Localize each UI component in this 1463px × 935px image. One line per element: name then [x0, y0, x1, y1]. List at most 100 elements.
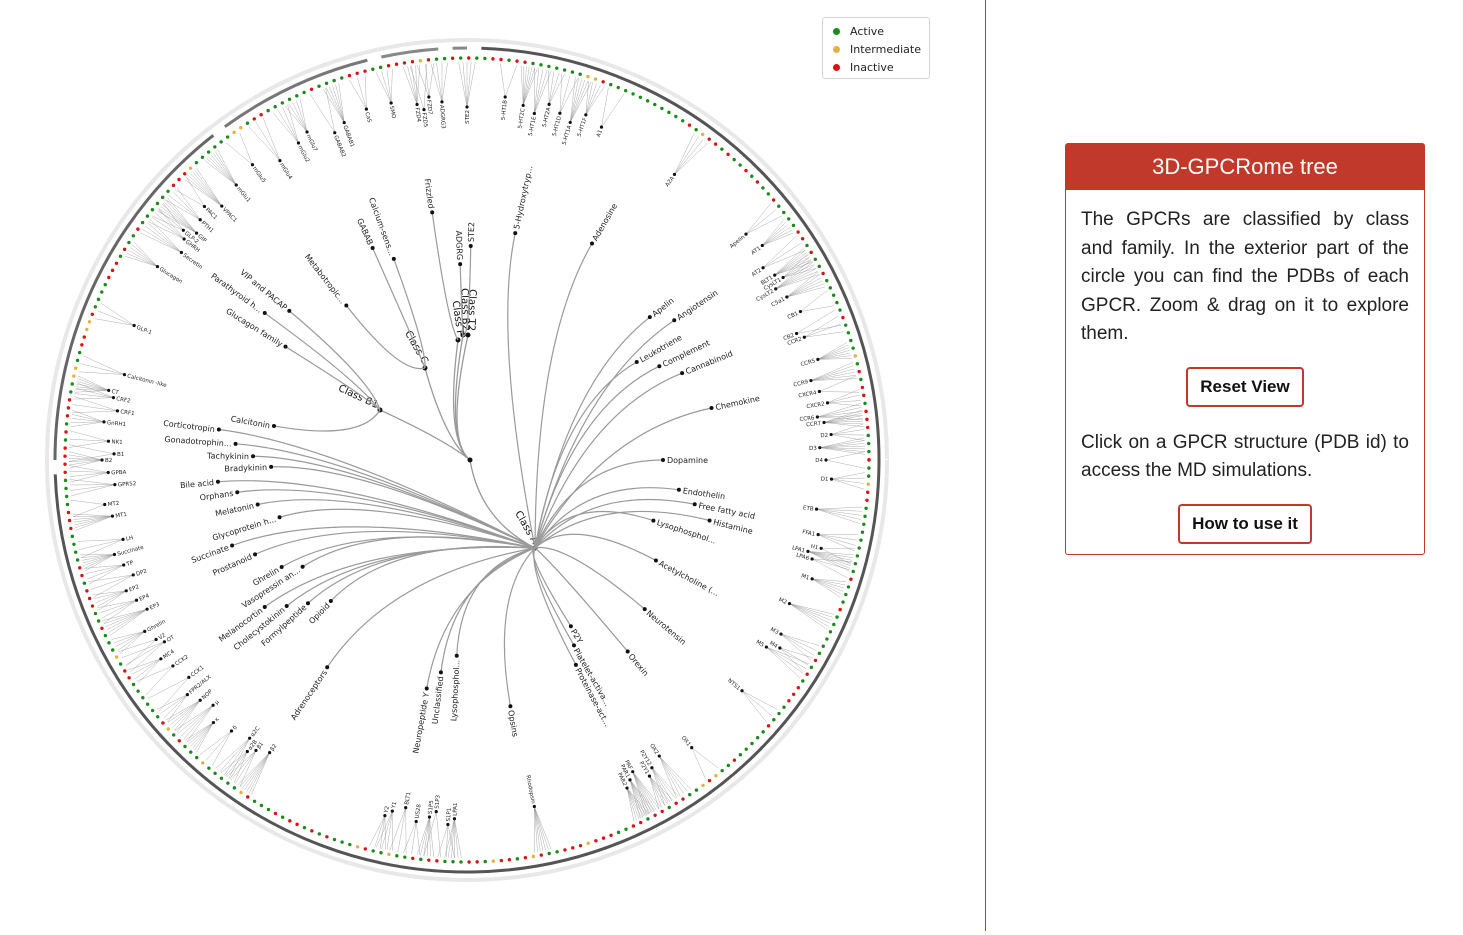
- pdb-state-dot[interactable]: [332, 79, 335, 82]
- receptor-label[interactable]: GPBA: [111, 470, 127, 477]
- pdb-state-dot[interactable]: [419, 858, 422, 861]
- pdb-state-dot[interactable]: [288, 819, 291, 822]
- receptor-node[interactable]: [824, 458, 827, 461]
- pdb-state-dot[interactable]: [499, 58, 502, 61]
- pdb-state-dot[interactable]: [167, 727, 170, 730]
- receptor-label[interactable]: 5-HT2C: [518, 108, 527, 129]
- receptor-node[interactable]: [811, 577, 814, 580]
- receptor-label[interactable]: Succinate: [117, 545, 145, 558]
- pdb-state-dot[interactable]: [867, 434, 870, 437]
- receptor-label[interactable]: A2A: [665, 175, 676, 188]
- pdb-state-dot[interactable]: [111, 269, 114, 272]
- receptor-node[interactable]: [504, 95, 507, 98]
- pdb-state-dot[interactable]: [67, 406, 70, 409]
- receptor-node[interactable]: [795, 332, 798, 335]
- pdb-state-dot[interactable]: [835, 615, 838, 618]
- receptor-label[interactable]: Calcitonin -like: [126, 373, 167, 389]
- pdb-state-dot[interactable]: [387, 853, 390, 856]
- pdb-state-dot[interactable]: [548, 852, 551, 855]
- pdb-state-dot[interactable]: [864, 410, 867, 413]
- pdb-state-dot[interactable]: [85, 328, 88, 331]
- receptor-node[interactable]: [781, 276, 784, 279]
- pdb-state-dot[interactable]: [303, 826, 306, 829]
- pdb-state-dot[interactable]: [156, 715, 159, 718]
- receptor-node[interactable]: [628, 778, 631, 781]
- pdb-state-dot[interactable]: [141, 696, 144, 699]
- pdb-state-dot[interactable]: [822, 645, 825, 648]
- pdb-state-dot[interactable]: [814, 659, 817, 662]
- pdb-state-dot[interactable]: [467, 56, 470, 59]
- pdb-state-dot[interactable]: [76, 359, 79, 362]
- receptor-node[interactable]: [154, 638, 157, 641]
- pdb-state-dot[interactable]: [624, 89, 627, 92]
- pdb-state-dot[interactable]: [864, 507, 867, 510]
- receptor-node[interactable]: [212, 721, 215, 724]
- pdb-state-dot[interactable]: [571, 846, 574, 849]
- receptor-node[interactable]: [199, 699, 202, 702]
- pdb-state-dot[interactable]: [491, 57, 494, 60]
- pdb-state-dot[interactable]: [859, 538, 862, 541]
- receptor-label[interactable]: STE2: [465, 110, 471, 124]
- receptor-label[interactable]: AT2: [751, 268, 763, 279]
- pdb-state-dot[interactable]: [71, 535, 74, 538]
- receptor-node[interactable]: [778, 646, 781, 649]
- pdb-state-dot[interactable]: [356, 845, 359, 848]
- pdb-state-dot[interactable]: [866, 491, 869, 494]
- receptor-node[interactable]: [132, 573, 135, 576]
- pdb-state-dot[interactable]: [539, 63, 542, 66]
- receptor-label[interactable]: PTH1: [200, 220, 215, 234]
- pdb-state-dot[interactable]: [132, 234, 135, 237]
- receptor-node[interactable]: [183, 237, 186, 240]
- pdb-state-dot[interactable]: [266, 109, 269, 112]
- pdb-state-dot[interactable]: [146, 702, 149, 705]
- receptor-node[interactable]: [143, 630, 146, 633]
- pdb-state-dot[interactable]: [348, 74, 351, 77]
- receptor-node[interactable]: [121, 538, 124, 541]
- receptor-label[interactable]: Secretin: [181, 253, 203, 271]
- receptor-node[interactable]: [112, 452, 115, 455]
- receptor-label[interactable]: PAC1: [204, 207, 218, 221]
- pdb-state-dot[interactable]: [761, 730, 764, 733]
- receptor-node[interactable]: [785, 295, 788, 298]
- receptor-node[interactable]: [163, 640, 166, 643]
- receptor-node[interactable]: [428, 815, 431, 818]
- pdb-state-dot[interactable]: [395, 63, 398, 66]
- pdb-state-dot[interactable]: [213, 145, 216, 148]
- pdb-state-dot[interactable]: [288, 98, 291, 101]
- receptor-label[interactable]: M3: [769, 627, 780, 636]
- pdb-state-dot[interactable]: [295, 823, 298, 826]
- pdb-state-dot[interactable]: [274, 812, 277, 815]
- pdb-state-dot[interactable]: [64, 438, 67, 441]
- pdb-state-dot[interactable]: [253, 800, 256, 803]
- receptor-node[interactable]: [251, 163, 254, 166]
- pdb-state-dot[interactable]: [732, 158, 735, 161]
- receptor-node[interactable]: [830, 478, 833, 481]
- pdb-state-dot[interactable]: [862, 394, 865, 397]
- receptor-node[interactable]: [133, 324, 136, 327]
- receptor-node[interactable]: [817, 533, 820, 536]
- pdb-state-dot[interactable]: [91, 313, 94, 316]
- receptor-node[interactable]: [465, 105, 468, 108]
- pdb-state-dot[interactable]: [745, 747, 748, 750]
- gpcr-tree-canvas[interactable]: Class AClass B1Class B2Class CClass FCla…: [0, 0, 985, 931]
- receptor-node[interactable]: [112, 396, 115, 399]
- pdb-state-dot[interactable]: [63, 471, 66, 474]
- receptor-label[interactable]: V2: [158, 633, 167, 642]
- receptor-label[interactable]: LH: [126, 535, 134, 542]
- receptor-label[interactable]: MC4: [162, 649, 176, 661]
- receptor-label[interactable]: D2: [820, 433, 828, 440]
- pdb-state-dot[interactable]: [63, 463, 66, 466]
- receptor-node[interactable]: [548, 103, 551, 106]
- pdb-state-dot[interactable]: [782, 706, 785, 709]
- pdb-state-dot[interactable]: [761, 186, 764, 189]
- pdb-state-dot[interactable]: [207, 150, 210, 153]
- receptor-label[interactable]: α2C: [250, 726, 262, 738]
- receptor-node[interactable]: [113, 483, 116, 486]
- receptor-node[interactable]: [690, 746, 693, 749]
- receptor-node[interactable]: [343, 121, 346, 124]
- receptor-label[interactable]: D3: [809, 446, 817, 452]
- pdb-state-dot[interactable]: [239, 791, 242, 794]
- receptor-node[interactable]: [186, 693, 189, 696]
- pdb-state-dot[interactable]: [865, 418, 868, 421]
- pdb-state-dot[interactable]: [317, 85, 320, 88]
